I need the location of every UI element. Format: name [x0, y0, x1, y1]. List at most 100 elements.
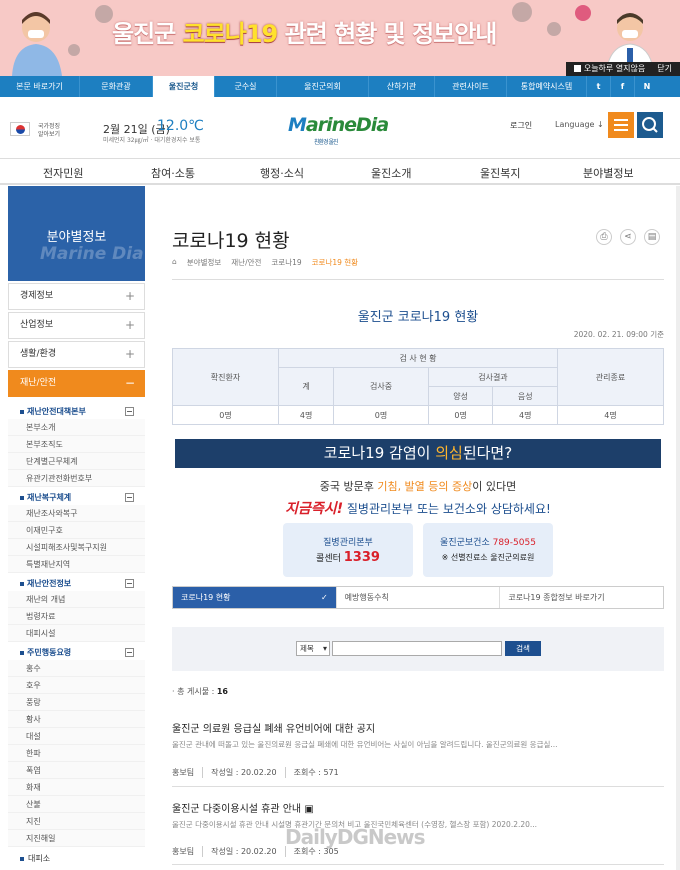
tab-corona-info[interactable]: 코로나19 종합정보 바로가기 [499, 587, 663, 608]
content-tabs: 코로나19 현황 ✓ 예방행동수칙 코로나19 종합정보 바로가기 [172, 586, 664, 609]
check-icon: ✓ [320, 593, 328, 602]
sidebar-item-living[interactable]: 생활/환경 + [8, 341, 145, 368]
virus-icon [575, 5, 591, 21]
sidebar-sub-item[interactable]: 유관기관전화번호부 [8, 470, 145, 487]
naver-icon[interactable]: N [635, 76, 659, 97]
breadcrumb-item[interactable]: 분야별정보 [187, 257, 222, 268]
bookmark-icon[interactable]: ▤ [644, 229, 660, 245]
sidebar-group-hq[interactable]: 재난안전대책본부 [8, 405, 145, 418]
twitter-icon[interactable]: t [587, 76, 611, 97]
site-logo[interactable]: MarineDia 친환경 울진 [288, 114, 389, 146]
topnav-reservation[interactable]: 통합예약시스템 [507, 76, 587, 97]
close-today-checkbox[interactable]: 오늘하루 열지않음 [573, 62, 645, 76]
sidebar-sub-item[interactable]: 재난조사와복구 [8, 505, 145, 522]
col-positive: 양성 [427, 386, 494, 406]
temperature: 12.0℃ [157, 118, 204, 134]
virus-icon [95, 5, 113, 23]
search-input[interactable] [332, 641, 502, 656]
gnb-field-info[interactable]: 분야별정보 [583, 165, 634, 181]
cell-confirmed: 0명 [172, 405, 279, 425]
language-select[interactable]: Language ↓ [555, 120, 604, 129]
topnav-culture-tour[interactable]: 문화관광 [80, 76, 153, 97]
post-dept: 홍보팀 [172, 846, 204, 857]
sidebar-sub-item[interactable]: 시설피해조사및복구지원 [8, 539, 145, 556]
facebook-icon[interactable]: f [611, 76, 635, 97]
topnav-county-office[interactable]: 울진군청 [153, 76, 215, 97]
topnav-council[interactable]: 울진군의회 [277, 76, 369, 97]
gnb-participation[interactable]: 참여·소통 [151, 165, 195, 181]
sidebar-sub-item[interactable]: 홍수 [8, 660, 145, 677]
sidebar-item-industry[interactable]: 산업정보 + [8, 312, 145, 339]
gnb-welfare[interactable]: 울진복지 [480, 165, 520, 181]
sidebar-sub-item[interactable]: 법령자료 [8, 608, 145, 625]
sidebar-sub-item[interactable]: 본부조직도 [8, 436, 145, 453]
sidebar-group-safety-info[interactable]: 재난안전정보 [8, 577, 145, 590]
search-submit-button[interactable]: 검색 [505, 641, 541, 656]
corona-banner[interactable]: 울진군 코로나19 관련 현황 및 정보안내 오늘하루 열지않음 닫기 [0, 0, 680, 76]
card-label: 질병관리본부 [323, 538, 373, 548]
home-icon[interactable]: ⌂ [172, 257, 177, 268]
sidebar-sub-item[interactable]: 황사 [8, 711, 145, 728]
sidebar-item-economy[interactable]: 경제정보 + [8, 283, 145, 310]
cell-release: 4명 [557, 405, 664, 425]
close-button[interactable]: 닫기 [657, 62, 672, 76]
status-table: 확진환자 검 사 현 황 관리종료 계 검사중 검사결과 양성 음성 0명 4명… [172, 348, 664, 425]
sidebar-sub-item[interactable]: 호우 [8, 677, 145, 694]
health-center-card: 울진군보건소 789-5055 ※ 선별진료소 울진군의료원 [423, 523, 553, 577]
post-desc[interactable]: 울진군 관내에 떠돌고 있는 울진의료원 응급실 폐쇄에 대한 유언비어는 사실… [172, 739, 664, 750]
sidebar-item-shelter[interactable]: 대피소 [8, 850, 145, 868]
sidebar-sub-item[interactable]: 지진해일 [8, 830, 145, 847]
login-button[interactable]: 로그인 [510, 120, 532, 131]
skip-to-content-link[interactable]: 본문 바로가기 [0, 76, 80, 97]
share-icon[interactable]: ⋖ [620, 229, 636, 245]
sidebar-sub-item[interactable]: 폭염 [8, 762, 145, 779]
sidebar-sub-item[interactable]: 대설 [8, 728, 145, 745]
site-header: 국가정징 알아보기 2월 21일 (금) 12.0℃ 미세먼지 32㎍/㎥ · … [0, 97, 680, 159]
topnav-related-sites[interactable]: 관련사이트 [435, 76, 507, 97]
gnb-uljin-intro[interactable]: 울진소개 [371, 165, 411, 181]
post-title[interactable]: 울진군 의료원 응급실 폐쇄 유언비어에 대한 공지 [172, 720, 375, 735]
collapse-icon[interactable] [125, 407, 134, 416]
sidebar-sub-item[interactable]: 지진 [8, 813, 145, 830]
plus-icon: + [124, 318, 135, 332]
sidebar-sub-item[interactable]: 단계별근무체계 [8, 453, 145, 470]
scrollbar[interactable] [676, 186, 680, 870]
topnav-affiliates[interactable]: 산하기관 [369, 76, 435, 97]
sidebar-group-recovery[interactable]: 재난복구체계 [8, 491, 145, 504]
sidebar-sub-item[interactable]: 한파 [8, 745, 145, 762]
sidebar-sub-item[interactable]: 화재 [8, 779, 145, 796]
print-icon[interactable]: ⎙ [596, 229, 612, 245]
sidebar-sub-list: 본부소개 본부조직도 단계별근무체계 유관기관전화번호부 [8, 419, 145, 487]
sidebar-group-action[interactable]: 주민행동요령 [8, 646, 145, 659]
post-date: 작성일 : 20.02.20 [211, 846, 286, 857]
post-title[interactable]: 울진군 다중이용시설 휴관 안내 ▣ [172, 800, 314, 815]
collapse-icon[interactable] [125, 493, 134, 502]
gnb-admin-news[interactable]: 행정·소식 [260, 165, 304, 181]
all-menu-button[interactable] [608, 112, 634, 138]
breadcrumb-item[interactable]: 코로나19 [271, 257, 301, 268]
sidebar-sub-item[interactable]: 본부소개 [8, 419, 145, 436]
breadcrumb-item[interactable]: 재난/안전 [231, 257, 261, 268]
table-row: 0명 4명 0명 0명 4명 4명 [172, 405, 664, 425]
collapse-icon[interactable] [125, 579, 134, 588]
national-symbol-link[interactable]: 국가정징 알아보기 [38, 123, 66, 139]
topnav-governor[interactable]: 군수실 [215, 76, 277, 97]
cell-total: 4명 [277, 405, 335, 425]
status-date: 2020. 02. 21. 09:00 기준 [573, 330, 664, 339]
sidebar-item-disaster[interactable]: 재난/안전 − [8, 370, 145, 397]
sidebar-sub-item[interactable]: 재난의 개념 [8, 591, 145, 608]
tab-prevention[interactable]: 예방행동수칙 [335, 587, 500, 608]
sidebar-sub-item[interactable]: 풍랑 [8, 694, 145, 711]
collapse-icon[interactable] [125, 648, 134, 657]
sidebar-sub-list: 재난의 개념 법령자료 대피시설 [8, 591, 145, 642]
tab-corona-status[interactable]: 코로나19 현황 ✓ [173, 587, 336, 608]
korea-flag-icon[interactable] [10, 122, 30, 136]
sidebar-sub-item[interactable]: 산불 [8, 796, 145, 813]
search-button[interactable] [637, 112, 663, 138]
sidebar-sub-item[interactable]: 이재민구호 [8, 522, 145, 539]
search-field-select[interactable]: 제목 [296, 641, 330, 656]
gnb-civil-service[interactable]: 전자민원 [43, 165, 83, 181]
virus-icon [547, 22, 561, 36]
sidebar-sub-item[interactable]: 대피시설 [8, 625, 145, 642]
sidebar-sub-item[interactable]: 특별재난지역 [8, 556, 145, 573]
